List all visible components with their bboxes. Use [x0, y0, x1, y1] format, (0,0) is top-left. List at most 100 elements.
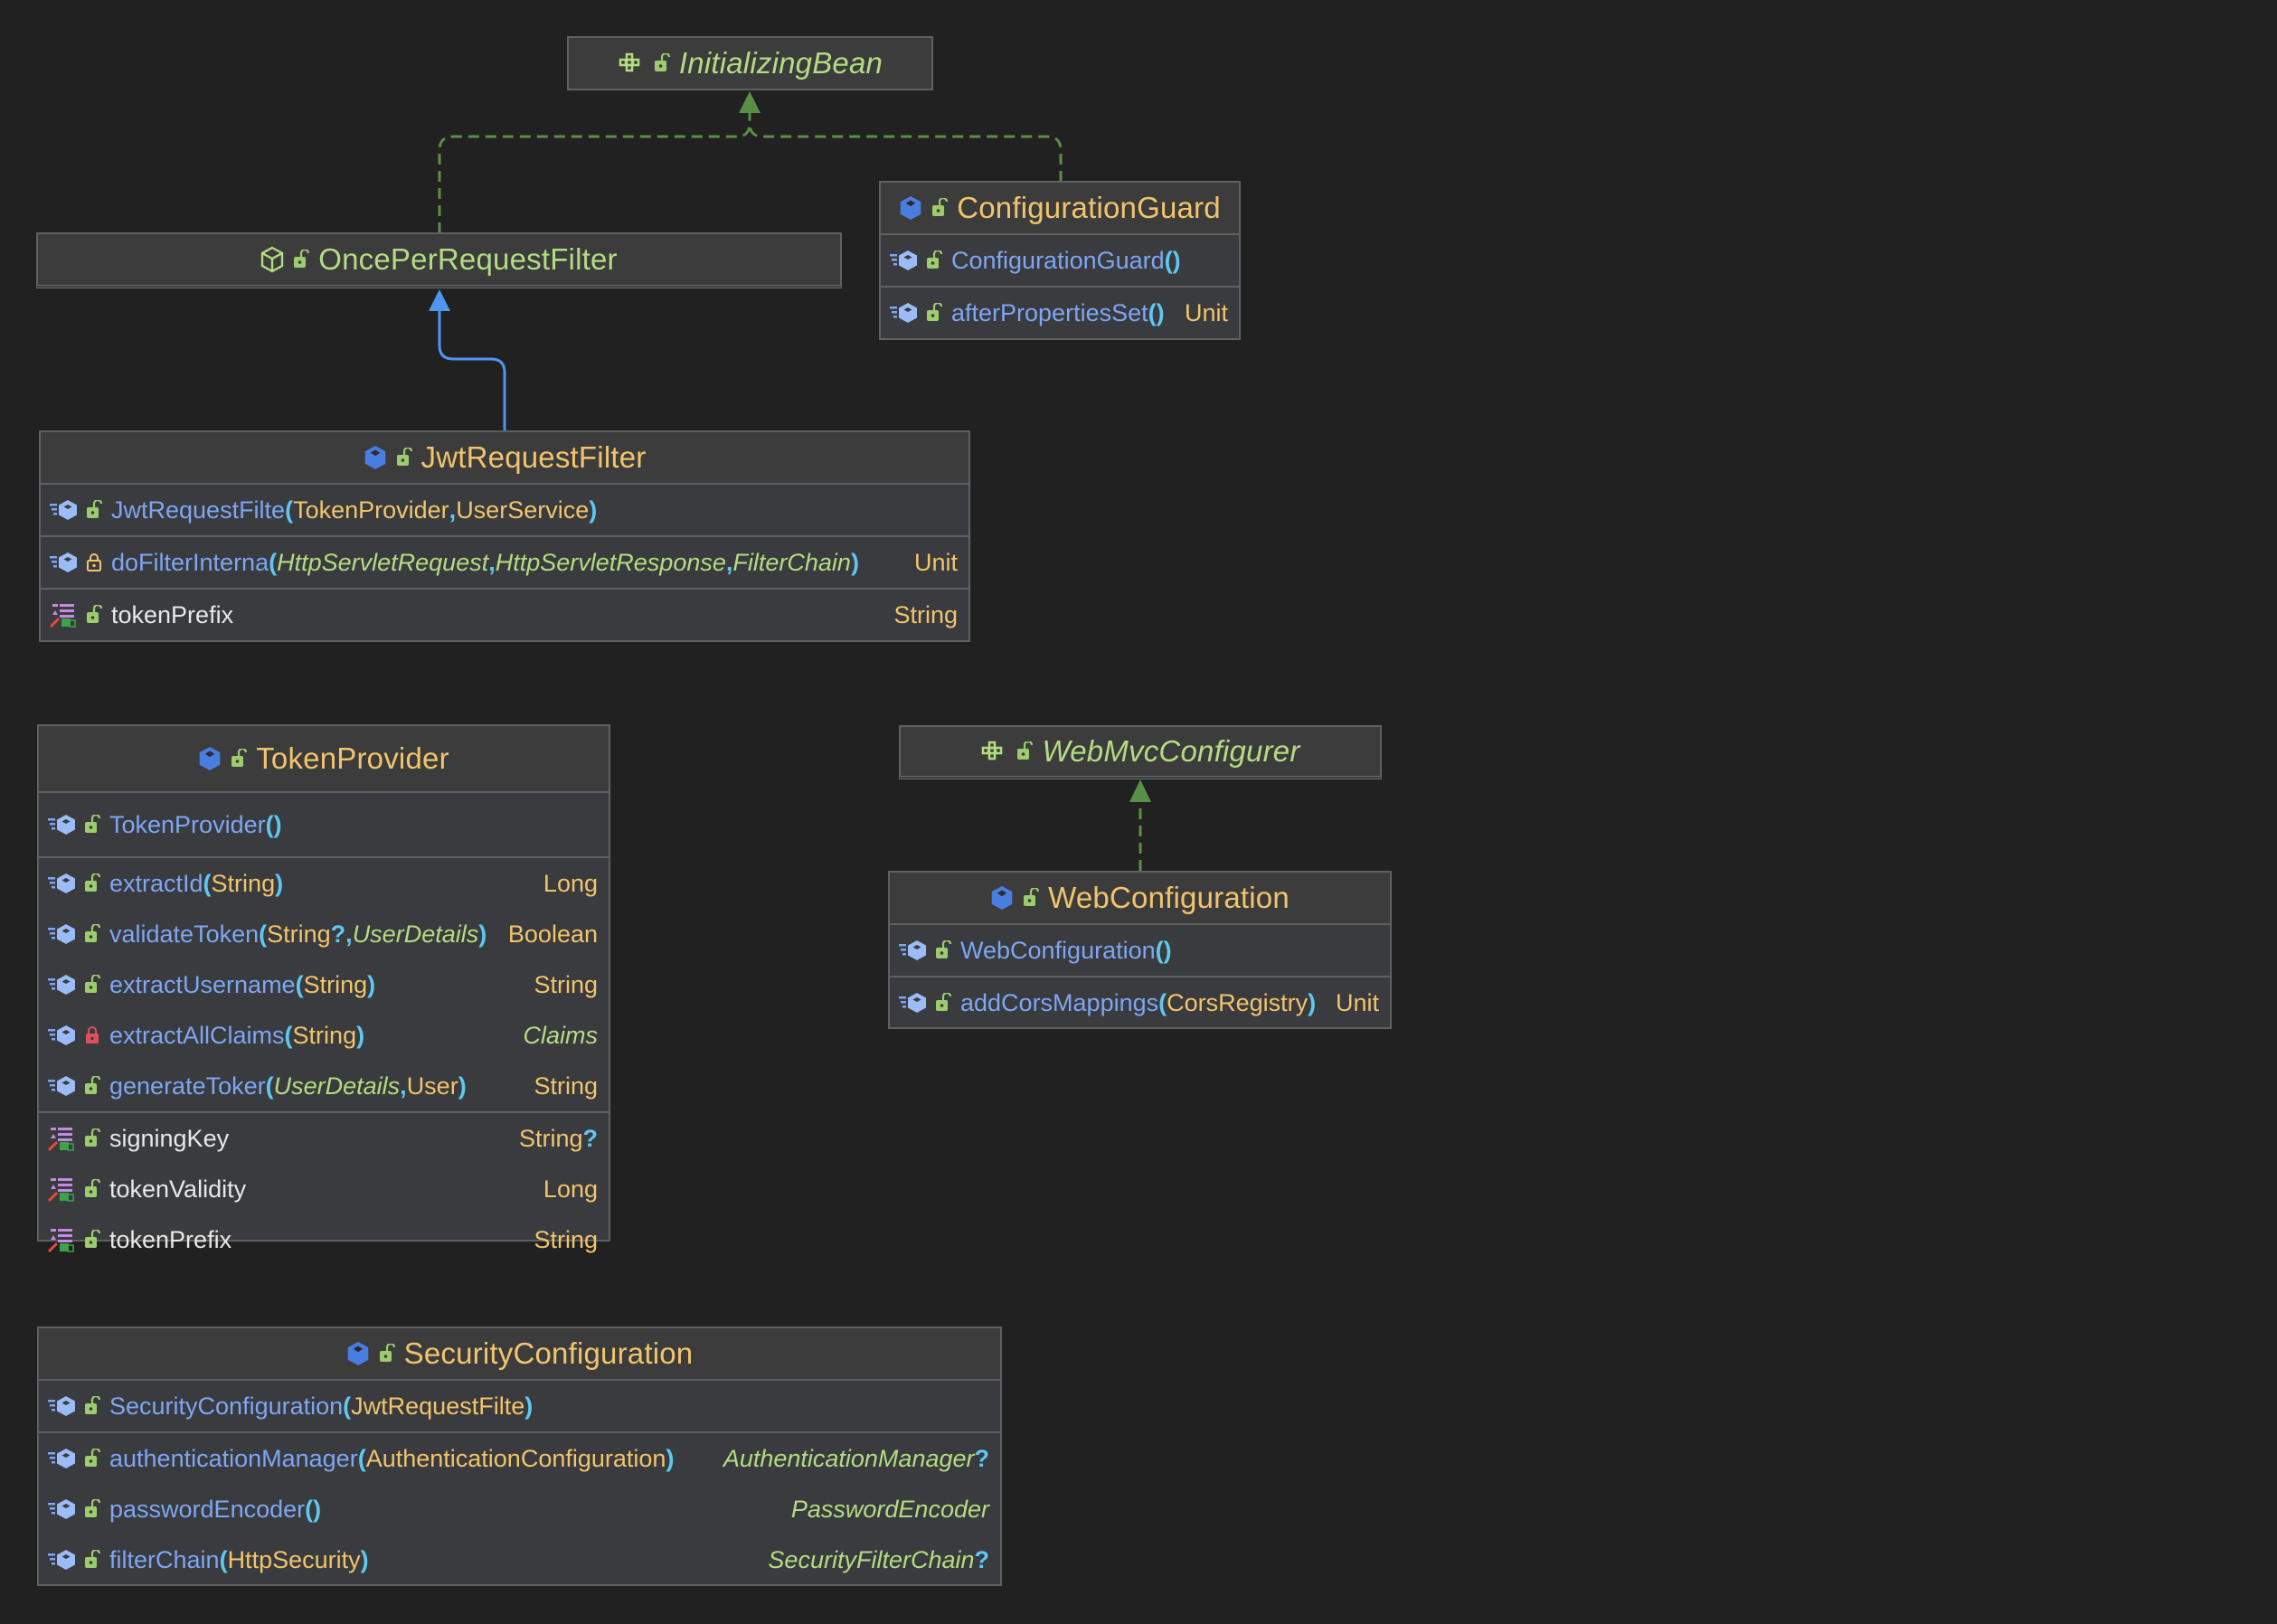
open-paren: ( — [259, 920, 268, 948]
constructor-row[interactable]: SecurityConfiguration(JwtRequestFilte) — [39, 1381, 1000, 1431]
method-row[interactable]: generateToker(UserDetails, User) String — [39, 1061, 609, 1111]
constructor-name: JwtRequestFilte — [111, 496, 286, 524]
constructor-row[interactable]: ConfigurationGuard() — [881, 235, 1239, 286]
open-paren: ( — [219, 1545, 228, 1573]
method-row[interactable]: authenticationManager(AuthenticationConf… — [39, 1433, 1000, 1484]
method-row[interactable]: validateToken(String?, UserDetails) Bool… — [39, 909, 609, 959]
public-lock-icon — [84, 815, 100, 835]
public-lock-icon — [86, 605, 102, 625]
constructors-section: WebConfiguration() — [890, 925, 1390, 977]
methods-section: doFilterInterna(HttpServletRequest, Http… — [41, 537, 968, 590]
return-type: String — [534, 1072, 598, 1100]
method-row[interactable]: doFilterInterna(HttpServletRequest, Http… — [41, 537, 968, 588]
close-paren: ) — [1156, 298, 1165, 326]
open-paren: ( — [269, 548, 278, 576]
open-paren: ( — [285, 496, 294, 524]
open-paren: ( — [1155, 936, 1164, 964]
constructors-section: JwtRequestFilte(TokenProvider, UserServi… — [41, 485, 968, 537]
close-paren: ) — [360, 1545, 369, 1573]
class-header: SecurityConfiguration — [39, 1328, 1000, 1381]
method-icon — [48, 813, 77, 836]
comma: , — [449, 496, 457, 524]
class-node-tokenprovider[interactable]: TokenProvider TokenProvider() extractId(… — [37, 724, 610, 1253]
constructor-name: WebConfiguration — [960, 936, 1156, 964]
method-row[interactable]: addCorsMappings(CorsRegistry) Unit — [890, 977, 1390, 1028]
method-row[interactable]: afterPropertiesSet() Unit — [881, 288, 1239, 338]
field-type: String — [893, 600, 958, 628]
return-type: PasswordEncoder — [790, 1495, 989, 1523]
class-icon — [198, 745, 222, 772]
methods-section: addCorsMappings(CorsRegistry) Unit — [890, 977, 1390, 1028]
public-lock-icon — [926, 303, 942, 323]
public-lock-icon — [84, 1396, 100, 1416]
close-paren: ) — [850, 548, 859, 576]
constructor-row[interactable]: TokenProvider() — [39, 793, 609, 856]
param-type: String — [267, 920, 331, 948]
field-row[interactable]: tokenPrefix String — [39, 1214, 609, 1265]
class-icon — [364, 444, 387, 471]
public-lock-icon — [935, 940, 951, 960]
return-type: Unit — [1184, 298, 1228, 326]
method-name: authenticationManager — [109, 1444, 358, 1472]
class-header: WebConfiguration — [890, 873, 1390, 925]
public-lock-icon — [84, 1230, 100, 1250]
return-type: Unit — [913, 548, 958, 576]
method-row[interactable]: extractUsername(String) String — [39, 959, 609, 1010]
param-type: JwtRequestFilte — [351, 1392, 525, 1420]
class-icon — [990, 884, 1014, 911]
interface-icon — [980, 741, 1007, 762]
method-icon — [48, 1074, 77, 1098]
class-node-webmvcconfigurer[interactable]: WebMvcConfigurer — [899, 725, 1382, 779]
method-icon — [899, 991, 928, 1015]
open-paren: ( — [295, 970, 304, 998]
method-name: doFilterInterna — [111, 548, 269, 576]
public-lock-icon — [84, 924, 100, 944]
public-lock-icon — [84, 975, 100, 995]
class-title: ConfigurationGuard — [957, 191, 1221, 224]
public-lock-icon — [84, 1179, 100, 1199]
class-node-webconfiguration[interactable]: WebConfiguration WebConfiguration() addC… — [888, 871, 1392, 1029]
public-lock-icon — [1016, 741, 1034, 761]
open-paren: ( — [343, 1392, 352, 1420]
constructor-name: ConfigurationGuard — [951, 246, 1165, 274]
method-icon — [48, 1394, 77, 1418]
class-icon — [346, 1340, 370, 1367]
open-paren: ( — [284, 1021, 293, 1049]
constructor-row[interactable]: WebConfiguration() — [890, 925, 1390, 976]
method-row[interactable]: filterChain(HttpSecurity) SecurityFilter… — [39, 1534, 1000, 1585]
return-type: Boolean — [507, 920, 598, 948]
arrowhead-initializingbean — [739, 91, 761, 113]
class-icon — [899, 194, 922, 222]
class-node-jwtrequestfilter[interactable]: JwtRequestFilter JwtRequestFilte(TokenPr… — [39, 430, 970, 642]
class-node-initializingbean[interactable]: InitializingBean — [567, 36, 933, 90]
field-type: String — [518, 1124, 583, 1152]
method-icon — [48, 1548, 77, 1572]
param-type: String — [292, 1021, 357, 1049]
param-type: UserDetails — [352, 920, 479, 948]
method-row[interactable]: extractAllClaims(String) Claims — [39, 1010, 609, 1061]
close-paren: ) — [1163, 936, 1172, 964]
constructor-row[interactable]: JwtRequestFilte(TokenProvider, UserServi… — [41, 485, 968, 535]
field-row[interactable]: tokenPrefix String — [41, 590, 968, 640]
field-row[interactable]: signingKey String? — [39, 1113, 609, 1164]
method-row[interactable]: passwordEncoder() PasswordEncoder — [39, 1484, 1000, 1534]
param-type: HttpServletRequest — [277, 548, 489, 576]
method-row[interactable]: extractId(String) Long — [39, 858, 609, 909]
class-header: WebMvcConfigurer — [901, 727, 1380, 776]
arrowhead-onceperrequestfilter — [429, 289, 450, 311]
class-header: JwtRequestFilter — [41, 432, 968, 485]
class-node-securityconfiguration[interactable]: SecurityConfiguration SecurityConfigurat… — [37, 1327, 1002, 1586]
method-name: extractId — [109, 869, 203, 897]
property-icon — [48, 1126, 77, 1151]
close-paren: ) — [524, 1392, 534, 1420]
public-lock-icon — [86, 500, 102, 520]
class-node-onceperrequestfilter[interactable]: OncePerRequestFilter — [36, 232, 842, 288]
class-node-configurationguard[interactable]: ConfigurationGuard ConfigurationGuard() … — [879, 181, 1241, 340]
method-icon — [48, 872, 77, 895]
field-row[interactable]: tokenValidity Long — [39, 1164, 609, 1214]
return-type: Long — [543, 869, 598, 897]
open-paren: ( — [357, 1444, 366, 1472]
open-paren: ( — [203, 869, 212, 897]
method-icon — [890, 249, 919, 272]
edge-configurationguard-implements-initializingbean — [748, 122, 1063, 182]
